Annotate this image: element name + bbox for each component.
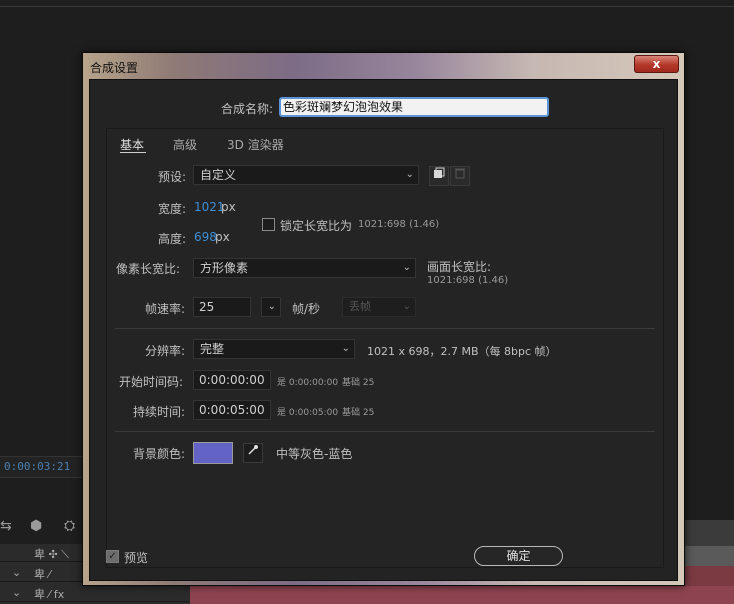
app-top-divider (0, 6, 734, 7)
delete-preset-button[interactable] (450, 166, 470, 186)
trash-icon (455, 168, 465, 179)
chevron-down-icon: ⌄ (402, 301, 411, 312)
frame-rate-label: 帧速率: (145, 302, 186, 316)
preview-checkbox[interactable]: ✓ (106, 550, 119, 563)
start-timecode-is: 是 0:00:00:00 (277, 378, 339, 388)
frame-rate-preset-select[interactable]: ⌄ (261, 297, 281, 317)
width-unit: px (221, 200, 236, 214)
settings-panel: 基本 高级 3D 渲染器 预设: 自定义 ⌄ 宽度: 1021 px 锁定长宽比… (106, 128, 664, 568)
ok-button[interactable]: 确定 (474, 546, 563, 566)
resolution-select[interactable]: 完整 ⌄ (193, 339, 355, 359)
preset-select[interactable]: 自定义 ⌄ (193, 165, 419, 185)
active-tab-indicator (120, 152, 146, 153)
preset-label: 预设: (158, 170, 187, 184)
comp-name-label: 合成名称: (221, 102, 274, 116)
width-value[interactable]: 1021 (194, 200, 225, 214)
comp-name-input[interactable]: 色彩斑斓梦幻泡泡效果 (279, 97, 549, 117)
shy-layers-icon[interactable]: ⛭ (64, 518, 75, 534)
start-timecode-input[interactable]: 0:00:00:00 (193, 370, 271, 390)
bg-color-name: 中等灰色-蓝色 (276, 447, 353, 461)
timeline-track (684, 546, 734, 566)
resolution-label: 分辨率: (145, 344, 186, 358)
save-preset-button[interactable] (429, 166, 449, 186)
frame-rate-unit: 帧/秒 (292, 302, 321, 316)
current-time-display[interactable]: 0:00:03:21 (4, 460, 70, 473)
layer-bar[interactable] (190, 586, 734, 604)
frame-aspect-value: 1021:698 (1.46) (427, 275, 509, 286)
resolution-info: 1021 x 698，2.7 MB（每 8bpc 帧） (367, 345, 557, 358)
height-label: 高度: (158, 232, 187, 246)
tab-advanced[interactable]: 高级 (173, 136, 197, 153)
drop-frame-select: 丢帧 ⌄ (342, 297, 416, 317)
chevron-down-icon[interactable]: ⌄ (12, 586, 21, 599)
frame-rate-input[interactable]: 25 (193, 297, 251, 317)
pixel-aspect-select[interactable]: 方形像素 ⌄ (193, 258, 416, 278)
height-value[interactable]: 698 (194, 230, 217, 244)
height-unit: px (215, 230, 230, 244)
dialog-title: 合成设置 (90, 61, 139, 75)
drop-frame-value: 丢帧 (349, 300, 371, 313)
timeline-tools: ⇆ ⬢ ⛭ (0, 516, 90, 540)
chevron-down-icon: ⌄ (341, 343, 350, 354)
layer-header-switches: 卑 ✣ ⟍ (34, 548, 69, 561)
chevron-down-icon: ⌄ (402, 262, 411, 273)
layer-row[interactable]: ⌄ 卑 ⁄ fx (0, 584, 190, 602)
width-label: 宽度: (158, 202, 187, 216)
layer-switches[interactable]: 卑 ⁄ (34, 566, 50, 582)
lock-aspect-label: 锁定长宽比为 (280, 219, 353, 233)
bg-color-label: 背景颜色: (133, 447, 186, 461)
preview-label: 预览 (124, 551, 149, 565)
timeline-track (684, 520, 734, 546)
composition-settings-dialog: 合成设置 x 合成名称: 色彩斑斓梦幻泡泡效果 基本 高级 3D 渲染器 预设:… (82, 52, 685, 586)
duration-is: 是 0:00:05:00 (277, 408, 339, 418)
start-timecode-base: 基础 25 (342, 378, 375, 388)
chevron-down-icon: ⌄ (405, 169, 414, 180)
timeline-timecode-bar[interactable]: 0:00:03:21 (0, 456, 90, 478)
pixel-aspect-label: 像素长宽比: (116, 262, 181, 276)
draft-3d-icon[interactable]: ⬢ (30, 518, 42, 534)
resolution-value: 完整 (200, 342, 225, 356)
start-timecode-label: 开始时间码: (119, 375, 184, 389)
layer-switches[interactable]: 卑 ⁄ fx (34, 586, 64, 602)
pixel-aspect-value: 方形像素 (200, 261, 249, 275)
eyedropper-icon (248, 445, 258, 455)
section-divider (115, 431, 655, 432)
close-button[interactable]: x (634, 55, 679, 73)
tab-3d-renderer[interactable]: 3D 渲染器 (227, 136, 284, 153)
preset-value: 自定义 (200, 168, 237, 182)
bg-color-swatch[interactable] (193, 442, 233, 464)
chevron-down-icon[interactable]: ⌄ (12, 566, 21, 579)
frame-aspect-label: 画面长宽比: (427, 260, 492, 274)
dialog-body: 合成名称: 色彩斑斓梦幻泡泡效果 基本 高级 3D 渲染器 预设: 自定义 ⌄ … (89, 79, 678, 581)
section-divider (115, 328, 655, 329)
duration-base: 基础 25 (342, 408, 375, 418)
save-preset-icon (434, 167, 445, 178)
lock-aspect-ratio: 1021:698 (1.46) (358, 219, 440, 230)
duration-input[interactable]: 0:00:05:00 (193, 400, 271, 420)
chevron-down-icon: ⌄ (267, 301, 276, 312)
duration-label: 持续时间: (133, 405, 186, 419)
flowchart-icon[interactable]: ⇆ (0, 518, 12, 534)
tab-basic[interactable]: 基本 (120, 136, 144, 153)
lock-aspect-checkbox[interactable] (262, 218, 275, 231)
eyedropper-button[interactable] (243, 443, 263, 463)
